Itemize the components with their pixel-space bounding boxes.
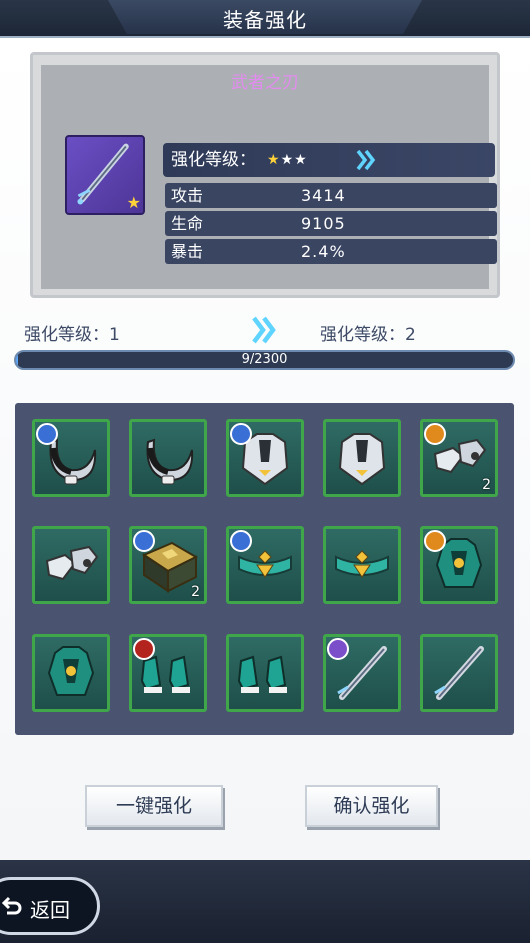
star-icon: ★ [126, 193, 141, 212]
stat-value: 9105 [301, 214, 346, 233]
material-slot[interactable] [323, 419, 401, 497]
item-count: 2 [191, 584, 200, 600]
star-empty-icon: ★★ [280, 152, 308, 168]
back-button[interactable]: 返回 [0, 877, 100, 935]
stat-label: 生命 [171, 214, 204, 233]
item-name: 武者之刃 [231, 73, 299, 93]
rank-badge-icon [36, 423, 58, 445]
enhance-level-label: 强化等级： [171, 150, 256, 170]
enhance-progress-bar: 9/2300 [14, 350, 515, 370]
item-info-inner: 武者之刃 ★ 强化等级： ★★★ 攻击 3414 生命 9105 暴击 2.4% [41, 65, 497, 289]
stat-value: 2.4% [301, 242, 346, 261]
jade-belt-icon [335, 550, 389, 578]
material-slot[interactable] [129, 419, 207, 497]
star-filled-icon: ★ [267, 152, 281, 168]
material-slot[interactable] [129, 634, 207, 712]
one-click-enhance-button[interactable]: 一键强化 [85, 785, 223, 827]
enhance-screen: 装备强化 武者之刃 ★ 强化等级： ★★★ 攻击 3414 生命 9105 暴击… [0, 0, 530, 943]
material-grid: 22 [15, 403, 514, 735]
item-info-card: 武者之刃 ★ 强化等级： ★★★ 攻击 3414 生命 9105 暴击 2.4% [30, 52, 500, 298]
rank-badge-icon [230, 530, 252, 552]
rank-badge-icon [133, 530, 155, 552]
material-slot[interactable] [32, 419, 110, 497]
stat-label: 攻击 [171, 186, 204, 205]
main-panel: 武者之刃 ★ 强化等级： ★★★ 攻击 3414 生命 9105 暴击 2.4%… [0, 36, 530, 860]
rank-badge-icon [327, 638, 349, 660]
level-stars: ★★★ [267, 143, 308, 177]
stat-row-crit: 暴击 2.4% [165, 239, 497, 264]
next-level-label: 强化等级：2 [320, 325, 416, 345]
material-slot[interactable] [32, 526, 110, 604]
stat-value: 3414 [301, 186, 346, 205]
crescent-necklace-icon [146, 438, 194, 485]
rank-badge-icon [230, 423, 252, 445]
jade-boots-icon [237, 655, 287, 693]
white-armor-icon [338, 433, 386, 486]
material-slot[interactable] [323, 634, 401, 712]
jade-armor-icon [47, 646, 95, 696]
rank-badge-icon [424, 423, 446, 445]
double-chevron-right-icon [252, 316, 276, 344]
enhance-level-row: 强化等级： ★★★ [163, 143, 495, 177]
item-icon-frame[interactable]: ★ [65, 135, 145, 215]
sword-icon [434, 646, 484, 700]
material-slot[interactable] [420, 526, 498, 604]
material-slot[interactable] [323, 526, 401, 604]
double-chevron-right-icon [356, 149, 376, 171]
material-slot[interactable]: 2 [420, 419, 498, 497]
back-arrow-icon [1, 896, 22, 915]
stat-row-hp: 生命 9105 [165, 211, 497, 236]
rank-badge-icon [424, 530, 446, 552]
material-slot[interactable]: 2 [129, 526, 207, 604]
material-slot[interactable] [32, 634, 110, 712]
white-boots-icon [45, 545, 99, 581]
item-count: 2 [482, 477, 491, 493]
material-slot[interactable] [226, 526, 304, 604]
stat-label: 暴击 [171, 242, 204, 261]
current-level-label: 强化等级：1 [24, 325, 120, 345]
material-slot[interactable] [226, 634, 304, 712]
page-title: 装备强化 [223, 8, 307, 32]
progress-text: 9/2300 [241, 352, 288, 367]
back-label: 返回 [30, 898, 70, 922]
material-slot[interactable] [420, 634, 498, 712]
confirm-enhance-button[interactable]: 确认强化 [305, 785, 438, 827]
material-slot[interactable] [226, 419, 304, 497]
rank-badge-icon [133, 638, 155, 660]
stat-row-attack: 攻击 3414 [165, 183, 497, 208]
